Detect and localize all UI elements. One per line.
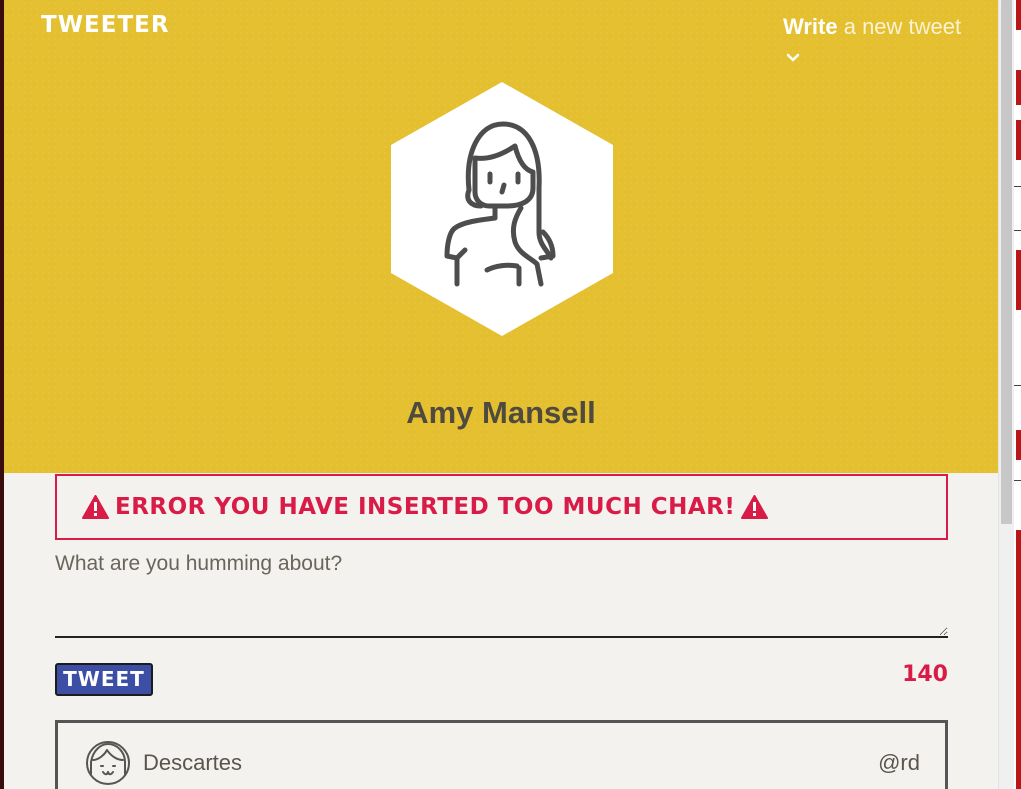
tweet-input[interactable] [55, 548, 948, 638]
write-link-bold: Write [783, 14, 838, 39]
error-message-row: ERROR YOU HAVE INSERTED TOO MUCH CHAR! [82, 492, 769, 522]
girl-avatar-icon [86, 741, 130, 785]
error-alert: ERROR YOU HAVE INSERTED TOO MUCH CHAR! [55, 474, 948, 540]
profile-name: Amy Mansell [406, 395, 596, 430]
scroll-thumb[interactable] [1001, 0, 1012, 524]
write-new-tweet-link[interactable]: Write a new tweet [783, 14, 961, 40]
tweet-card[interactable]: Descartes @rd [55, 720, 948, 789]
error-message: ERROR YOU HAVE INSERTED TOO MUCH CHAR! [115, 494, 736, 520]
profile-header: TWEETER Write a new tweet Amy Mansell [4, 0, 998, 473]
warning-icon [741, 495, 769, 519]
chevron-down-icon[interactable] [785, 50, 801, 66]
tweet-author-handle[interactable]: @rd [878, 750, 920, 776]
warning-icon [82, 495, 109, 519]
write-link-rest: a new tweet [837, 14, 962, 39]
woman-avatar-icon [391, 82, 613, 336]
tweet-author-name[interactable]: Descartes [143, 750, 242, 776]
adjacent-window-edge [1014, 0, 1021, 789]
tweet-button[interactable]: TWEET [55, 663, 153, 696]
char-counter: 140 [902, 662, 948, 687]
brand-logo[interactable]: TWEETER [41, 12, 170, 38]
scrollbar[interactable] [998, 0, 1014, 789]
